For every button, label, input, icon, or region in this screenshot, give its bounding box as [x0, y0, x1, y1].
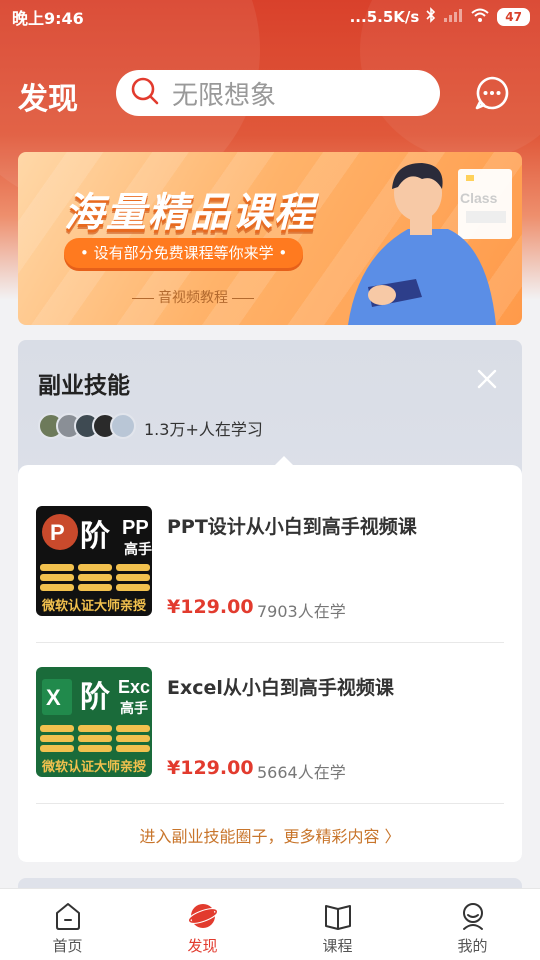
chat-bubble-icon	[475, 76, 509, 110]
home-icon	[56, 903, 80, 930]
more-content-link[interactable]: 进入副业技能圈子，更多精彩内容 〉	[18, 823, 522, 847]
search-placeholder: 无限想象	[172, 80, 277, 111]
svg-text:高手: 高手	[124, 541, 152, 558]
nav-label: 课程	[322, 937, 353, 955]
svg-text:微软认证大师亲授: 微软认证大师亲授	[41, 598, 147, 614]
course-thumbnail: X 阶 Exc 高手 微软认证大师亲授	[36, 667, 152, 777]
nav-item-courses[interactable]: 课程	[270, 889, 405, 960]
course-item[interactable]: P 阶 PP 高手 微软认证大师亲授 PPT设计从小白到高手视频课 ¥129.0…	[36, 506, 504, 646]
book-icon	[325, 905, 351, 930]
profile-icon	[463, 903, 483, 930]
course-thumbnail: P 阶 PP 高手 微软认证大师亲授	[36, 506, 152, 616]
nav-item-home[interactable]: 首页	[0, 889, 135, 960]
svg-text:阶: 阶	[80, 680, 110, 715]
battery-indicator: 47	[497, 8, 530, 26]
status-time: 晚上9:46	[12, 9, 84, 28]
avatar	[110, 413, 136, 439]
promo-banner[interactable]: 海量精品课程 • 设有部分免费课程等你来学 • 音视频教程 Class	[18, 152, 522, 325]
banner-subtitle: 音视频教程	[128, 287, 258, 307]
course-name: PPT设计从小白到高手视频课	[167, 516, 417, 538]
network-speed: ...5.5K/s	[349, 8, 420, 26]
nav-item-profile[interactable]: 我的	[405, 889, 540, 960]
divider	[36, 803, 504, 804]
nav-item-discover[interactable]: 发现	[135, 889, 270, 960]
bottom-nav: 首页 发现 课程 我的	[0, 888, 540, 960]
svg-text:微软认证大师亲授: 微软认证大师亲授	[41, 759, 147, 775]
nav-label: 我的	[457, 937, 488, 955]
learner-avatars	[38, 413, 136, 439]
svg-text:Exc: Exc	[118, 677, 150, 697]
banner-card-text: Class	[460, 190, 498, 206]
course-list: P 阶 PP 高手 微软认证大师亲授 PPT设计从小白到高手视频课 ¥129.0…	[18, 465, 522, 862]
course-price: ¥129.00	[167, 596, 254, 618]
status-bar: 晚上9:46 ...5.5K/s 47	[0, 0, 540, 34]
bluetooth-icon	[426, 7, 436, 27]
svg-text:PP: PP	[122, 517, 149, 539]
app-header: 发现 无限想象	[0, 68, 540, 118]
signal-icon	[443, 7, 463, 27]
svg-text:阶: 阶	[80, 519, 110, 554]
banner-title: 海量精品课程	[64, 191, 316, 235]
course-students: 5664人在学	[257, 763, 346, 782]
status-indicators: ...5.5K/s 47	[350, 7, 530, 27]
person-with-phone-illustration: Class	[348, 163, 512, 325]
page-title: 发现	[18, 83, 78, 116]
discover-icon	[188, 904, 218, 928]
nav-label: 首页	[52, 937, 83, 955]
search-icon	[130, 76, 160, 110]
divider	[36, 642, 504, 643]
skill-section: 副业技能 1.3万+人在学习 P 阶 PP 高手 微软认证大师亲授 PPT设计从…	[18, 340, 522, 862]
section-title: 副业技能	[38, 373, 130, 399]
banner-tagline: • 设有部分免费课程等你来学 •	[64, 238, 304, 268]
learner-count: 1.3万+人在学习	[144, 420, 263, 439]
wifi-icon	[470, 7, 490, 27]
svg-text:X: X	[46, 685, 61, 710]
course-name: Excel从小白到高手视频课	[167, 677, 394, 699]
svg-text:P: P	[50, 520, 65, 545]
search-input[interactable]: 无限想象	[116, 70, 440, 116]
course-price: ¥129.00	[167, 757, 254, 779]
close-icon[interactable]	[476, 368, 498, 390]
course-students: 7903人在学	[257, 602, 346, 621]
svg-text:高手: 高手	[120, 700, 148, 717]
message-button[interactable]	[474, 75, 510, 111]
course-item[interactable]: X 阶 Exc 高手 微软认证大师亲授 Excel从小白到高手视频课 ¥129.…	[36, 667, 504, 807]
nav-label: 发现	[187, 937, 218, 955]
